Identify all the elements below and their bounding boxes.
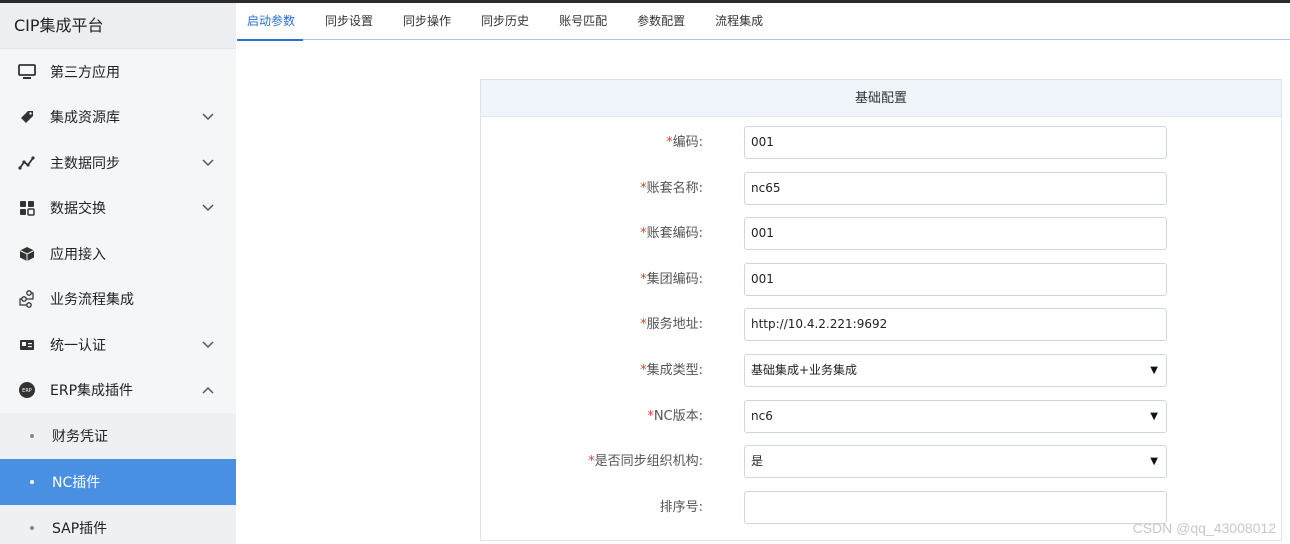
form-row-book-code: *账套编码: 001 — [481, 217, 1281, 251]
sidebar-item-label: 集成资源库 — [50, 110, 120, 127]
sidebar-item-label: 数据交换 — [50, 201, 106, 218]
svg-text:ERP: ERP — [22, 388, 32, 394]
nc-version-select[interactable]: nc6 ▼ — [744, 400, 1167, 433]
code-input[interactable]: 001 — [744, 126, 1167, 159]
sidebar-item-unified-auth[interactable]: 统一认证 — [0, 322, 236, 368]
field-label: *账套名称: — [640, 181, 703, 196]
tab-flow-integration[interactable]: 流程集成 — [705, 3, 767, 40]
form-row-group-code: *集团编码: 001 — [481, 263, 1281, 297]
integration-type-select[interactable]: 基础集成+业务集成 ▼ — [744, 354, 1167, 387]
app-title: CIP集成平台 — [0, 3, 236, 49]
cube-icon — [18, 245, 36, 263]
sidebar-subitem-label: NC插件 — [52, 475, 101, 491]
chevron-down-icon — [200, 200, 216, 216]
sidebar-subitem-nc-plugin[interactable]: NC插件 — [0, 459, 236, 505]
sidebar-item-master-data-sync[interactable]: 主数据同步 — [0, 140, 236, 186]
select-value: 基础集成+业务集成 — [751, 363, 858, 377]
erp-icon: ERP — [18, 381, 36, 399]
watermark: CSDN @qq_43008012 — [1132, 520, 1276, 536]
tab-param-config[interactable]: 参数配置 — [627, 3, 689, 40]
panel-title: 基础配置 — [481, 80, 1281, 117]
line-graph-icon — [18, 154, 36, 172]
field-label: *NC版本: — [647, 409, 703, 424]
sidebar-subitem-finance-voucher[interactable]: 财务凭证 — [0, 413, 236, 459]
bullet-icon — [30, 480, 34, 484]
form-row-nc-version: *NC版本: nc6 ▼ — [481, 400, 1281, 434]
monitor-icon — [18, 63, 36, 81]
field-label: *集团编码: — [640, 272, 703, 287]
sidebar-item-business-flow[interactable]: 业务流程集成 — [0, 277, 236, 323]
sidebar-item-label: 主数据同步 — [50, 155, 120, 172]
sidebar-item-erp-plugins[interactable]: ERP ERP集成插件 — [0, 368, 236, 414]
bullet-icon — [30, 526, 34, 530]
tab-account-matching[interactable]: 账号匹配 — [549, 3, 611, 40]
tab-start-params[interactable]: 启动参数 — [237, 3, 304, 41]
tag-icon — [18, 108, 36, 126]
form-row-book-name: *账套名称: nc65 — [481, 172, 1281, 206]
sync-org-select[interactable]: 是 ▼ — [744, 445, 1167, 478]
select-value: nc6 — [751, 409, 773, 423]
dropdown-caret-icon: ▼ — [1150, 411, 1158, 422]
select-value: 是 — [751, 454, 764, 468]
sidebar-subitem-label: SAP插件 — [52, 521, 108, 537]
basic-config-panel: 基础配置 *编码: 001 *账套名称: nc65 *账套编码: 001 *集团… — [480, 79, 1282, 541]
sidebar-item-label: ERP集成插件 — [50, 383, 134, 400]
sidebar-item-label: 业务流程集成 — [50, 292, 134, 309]
dropdown-caret-icon: ▼ — [1150, 456, 1158, 467]
tab-sync-operations[interactable]: 同步操作 — [393, 3, 455, 40]
tab-sync-settings[interactable]: 同步设置 — [315, 3, 377, 40]
service-url-input[interactable]: http://10.4.2.221:9692 — [744, 308, 1167, 341]
field-label: *服务地址: — [640, 317, 703, 332]
tab-bar: 启动参数 同步设置 同步操作 同步历史 账号匹配 参数配置 流程集成 — [237, 3, 1290, 41]
group-code-input[interactable]: 001 — [744, 263, 1167, 296]
field-label: *账套编码: — [640, 226, 703, 241]
sidebar-subitem-label: 财务凭证 — [52, 429, 108, 445]
chevron-down-icon — [200, 109, 216, 125]
form-row-service-url: *服务地址: http://10.4.2.221:9692 — [481, 308, 1281, 342]
dropdown-caret-icon: ▼ — [1150, 365, 1158, 376]
field-label: *集成类型: — [640, 363, 703, 378]
flow-icon — [18, 290, 36, 309]
sidebar-item-data-exchange[interactable]: 数据交换 — [0, 186, 236, 232]
sidebar: CIP集成平台 第三方应用 集成资源库 主数据同步 数据交换 应用接入 业务流程… — [0, 3, 236, 544]
sidebar-item-integration-resources[interactable]: 集成资源库 — [0, 95, 236, 141]
chevron-down-icon — [200, 337, 216, 353]
sidebar-item-label: 应用接入 — [50, 246, 106, 263]
field-label: 排序号: — [659, 500, 703, 515]
chevron-down-icon — [200, 155, 216, 171]
form-row-sync-org: *是否同步组织机构: 是 ▼ — [481, 445, 1281, 479]
id-card-icon — [18, 336, 36, 354]
tab-sync-history[interactable]: 同步历史 — [471, 3, 533, 40]
form-row-integration-type: *集成类型: 基础集成+业务集成 ▼ — [481, 354, 1281, 388]
book-name-input[interactable]: nc65 — [744, 172, 1167, 205]
sidebar-item-third-party-apps[interactable]: 第三方应用 — [0, 49, 236, 95]
bullet-icon — [30, 434, 34, 438]
sidebar-subitem-sap-plugin[interactable]: SAP插件 — [0, 505, 236, 544]
sort-number-input[interactable] — [744, 491, 1167, 524]
sidebar-item-label: 第三方应用 — [50, 64, 120, 81]
sidebar-item-label: 统一认证 — [50, 337, 106, 354]
field-label: *编码: — [666, 135, 703, 150]
exchange-icon — [18, 199, 36, 217]
form-row-code: *编码: 001 — [481, 126, 1281, 160]
chevron-up-icon — [200, 382, 216, 398]
field-label: *是否同步组织机构: — [588, 454, 703, 469]
book-code-input[interactable]: 001 — [744, 217, 1167, 250]
sidebar-item-app-access[interactable]: 应用接入 — [0, 231, 236, 277]
